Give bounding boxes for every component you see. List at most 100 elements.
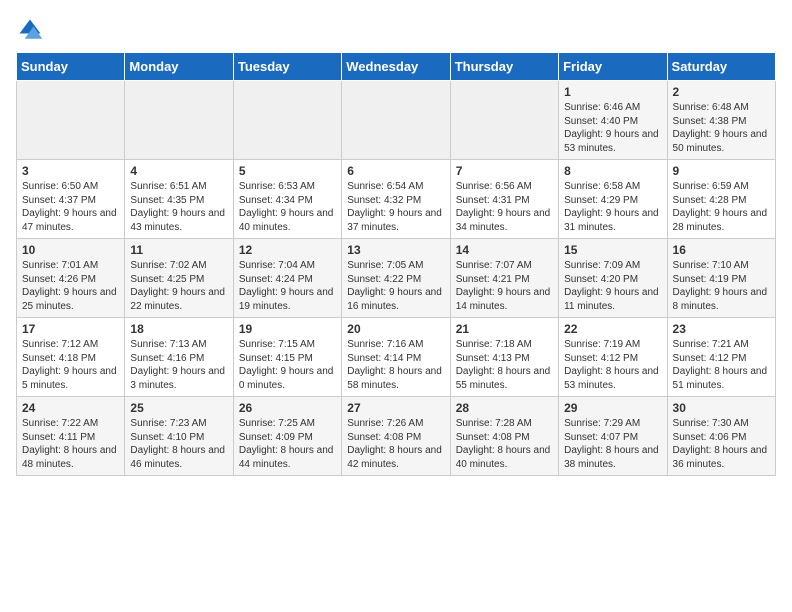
day-cell: 24 Sunrise: 7:22 AM Sunset: 4:11 PM Dayli… — [17, 397, 125, 476]
day-content: Sunrise: 7:18 AM Sunset: 4:13 PM Dayligh… — [456, 338, 553, 392]
day-cell: 4 Sunrise: 6:51 AM Sunset: 4:35 PM Daylig… — [125, 160, 233, 239]
day-content: Sunrise: 7:10 AM Sunset: 4:19 PM Dayligh… — [673, 259, 770, 313]
week-row-3: 10Sunrise: 7:01 AM Sunset: 4:26 PM Dayli… — [17, 239, 776, 318]
day-content: Sunrise: 7:23 AM Sunset: 4:10 PM Dayligh… — [130, 417, 227, 471]
header-section — [16, 16, 776, 44]
day-number: 12 — [239, 243, 336, 257]
day-number: 29 — [564, 401, 661, 415]
day-cell — [342, 81, 450, 160]
day-cell — [17, 81, 125, 160]
day-content: Sunrise: 7:29 AM Sunset: 4:07 PM Dayligh… — [564, 417, 661, 471]
header-friday: Friday — [559, 53, 667, 81]
day-cell: 9 Sunrise: 6:59 AM Sunset: 4:28 PM Daylig… — [667, 160, 775, 239]
day-content: Sunrise: 6:54 AM Sunset: 4:32 PM Dayligh… — [347, 180, 444, 234]
day-cell: 28Sunrise: 7:28 AM Sunset: 4:08 PM Dayli… — [450, 397, 558, 476]
day-cell: 11 Sunrise: 7:02 AM Sunset: 4:25 PM Dayli… — [125, 239, 233, 318]
day-content: Sunrise: 7:22 AM Sunset: 4:11 PM Dayligh… — [22, 417, 119, 471]
day-cell: 16 Sunrise: 7:10 AM Sunset: 4:19 PM Dayli… — [667, 239, 775, 318]
day-content: Sunrise: 7:26 AM Sunset: 4:08 PM Dayligh… — [347, 417, 444, 471]
day-number: 27 — [347, 401, 444, 415]
day-number: 24 — [22, 401, 119, 415]
day-content: Sunrise: 7:19 AM Sunset: 4:12 PM Dayligh… — [564, 338, 661, 392]
day-content: Sunrise: 7:01 AM Sunset: 4:26 PM Dayligh… — [22, 259, 119, 313]
day-number: 25 — [130, 401, 227, 415]
calendar-header-row: SundayMondayTuesdayWednesdayThursdayFrid… — [17, 53, 776, 81]
calendar-table: SundayMondayTuesdayWednesdayThursdayFrid… — [16, 52, 776, 476]
header-wednesday: Wednesday — [342, 53, 450, 81]
day-content: Sunrise: 7:28 AM Sunset: 4:08 PM Dayligh… — [456, 417, 553, 471]
day-cell: 5 Sunrise: 6:53 AM Sunset: 4:34 PM Daylig… — [233, 160, 341, 239]
day-number: 6 — [347, 164, 444, 178]
day-content: Sunrise: 6:51 AM Sunset: 4:35 PM Dayligh… — [130, 180, 227, 234]
day-cell: 19 Sunrise: 7:15 AM Sunset: 4:15 PM Dayli… — [233, 318, 341, 397]
day-content: Sunrise: 7:04 AM Sunset: 4:24 PM Dayligh… — [239, 259, 336, 313]
day-cell: 30 Sunrise: 7:30 AM Sunset: 4:06 PM Dayli… — [667, 397, 775, 476]
day-cell: 10Sunrise: 7:01 AM Sunset: 4:26 PM Dayli… — [17, 239, 125, 318]
day-cell: 25 Sunrise: 7:23 AM Sunset: 4:10 PM Dayli… — [125, 397, 233, 476]
day-cell: 15 Sunrise: 7:09 AM Sunset: 4:20 PM Dayli… — [559, 239, 667, 318]
day-content: Sunrise: 6:59 AM Sunset: 4:28 PM Dayligh… — [673, 180, 770, 234]
day-content: Sunrise: 6:56 AM Sunset: 4:31 PM Dayligh… — [456, 180, 553, 234]
day-content: Sunrise: 7:13 AM Sunset: 4:16 PM Dayligh… — [130, 338, 227, 392]
day-number: 11 — [130, 243, 227, 257]
day-content: Sunrise: 7:21 AM Sunset: 4:12 PM Dayligh… — [673, 338, 770, 392]
week-row-2: 3Sunrise: 6:50 AM Sunset: 4:37 PM Daylig… — [17, 160, 776, 239]
day-number: 8 — [564, 164, 661, 178]
day-number: 9 — [673, 164, 770, 178]
day-number: 14 — [456, 243, 553, 257]
day-cell: 13Sunrise: 7:05 AM Sunset: 4:22 PM Dayli… — [342, 239, 450, 318]
day-cell: 3Sunrise: 6:50 AM Sunset: 4:37 PM Daylig… — [17, 160, 125, 239]
header-sunday: Sunday — [17, 53, 125, 81]
day-cell — [233, 81, 341, 160]
day-number: 7 — [456, 164, 553, 178]
day-number: 30 — [673, 401, 770, 415]
header-thursday: Thursday — [450, 53, 558, 81]
week-row-1: 1 Sunrise: 6:46 AM Sunset: 4:40 PM Daylig… — [17, 81, 776, 160]
day-cell: 18Sunrise: 7:13 AM Sunset: 4:16 PM Dayli… — [125, 318, 233, 397]
day-cell: 17 Sunrise: 7:12 AM Sunset: 4:18 PM Dayli… — [17, 318, 125, 397]
day-number: 1 — [564, 85, 661, 99]
day-cell: 8Sunrise: 6:58 AM Sunset: 4:29 PM Daylig… — [559, 160, 667, 239]
day-cell: 27 Sunrise: 7:26 AM Sunset: 4:08 PM Dayli… — [342, 397, 450, 476]
header-monday: Monday — [125, 53, 233, 81]
day-content: Sunrise: 7:12 AM Sunset: 4:18 PM Dayligh… — [22, 338, 119, 392]
day-number: 2 — [673, 85, 770, 99]
day-cell: 1 Sunrise: 6:46 AM Sunset: 4:40 PM Daylig… — [559, 81, 667, 160]
day-cell: 7 Sunrise: 6:56 AM Sunset: 4:31 PM Daylig… — [450, 160, 558, 239]
day-cell — [125, 81, 233, 160]
day-number: 4 — [130, 164, 227, 178]
header-saturday: Saturday — [667, 53, 775, 81]
day-content: Sunrise: 6:46 AM Sunset: 4:40 PM Dayligh… — [564, 101, 661, 155]
day-cell: 20Sunrise: 7:16 AM Sunset: 4:14 PM Dayli… — [342, 318, 450, 397]
logo-icon — [16, 16, 44, 44]
day-content: Sunrise: 7:30 AM Sunset: 4:06 PM Dayligh… — [673, 417, 770, 471]
day-content: Sunrise: 7:09 AM Sunset: 4:20 PM Dayligh… — [564, 259, 661, 313]
day-number: 26 — [239, 401, 336, 415]
day-number: 23 — [673, 322, 770, 336]
day-content: Sunrise: 7:16 AM Sunset: 4:14 PM Dayligh… — [347, 338, 444, 392]
day-cell — [450, 81, 558, 160]
day-number: 17 — [22, 322, 119, 336]
day-content: Sunrise: 6:48 AM Sunset: 4:38 PM Dayligh… — [673, 101, 770, 155]
day-content: Sunrise: 7:15 AM Sunset: 4:15 PM Dayligh… — [239, 338, 336, 392]
day-content: Sunrise: 7:02 AM Sunset: 4:25 PM Dayligh… — [130, 259, 227, 313]
day-number: 22 — [564, 322, 661, 336]
day-number: 19 — [239, 322, 336, 336]
day-cell: 2 Sunrise: 6:48 AM Sunset: 4:38 PM Daylig… — [667, 81, 775, 160]
day-cell: 22 Sunrise: 7:19 AM Sunset: 4:12 PM Dayli… — [559, 318, 667, 397]
day-number: 5 — [239, 164, 336, 178]
day-number: 3 — [22, 164, 119, 178]
day-cell: 26 Sunrise: 7:25 AM Sunset: 4:09 PM Dayli… — [233, 397, 341, 476]
week-row-5: 24 Sunrise: 7:22 AM Sunset: 4:11 PM Dayli… — [17, 397, 776, 476]
day-number: 16 — [673, 243, 770, 257]
day-cell: 23 Sunrise: 7:21 AM Sunset: 4:12 PM Dayli… — [667, 318, 775, 397]
day-number: 15 — [564, 243, 661, 257]
day-cell: 6 Sunrise: 6:54 AM Sunset: 4:32 PM Daylig… — [342, 160, 450, 239]
day-content: Sunrise: 7:07 AM Sunset: 4:21 PM Dayligh… — [456, 259, 553, 313]
day-content: Sunrise: 7:25 AM Sunset: 4:09 PM Dayligh… — [239, 417, 336, 471]
week-row-4: 17 Sunrise: 7:12 AM Sunset: 4:18 PM Dayli… — [17, 318, 776, 397]
logo — [16, 16, 48, 44]
day-content: Sunrise: 6:53 AM Sunset: 4:34 PM Dayligh… — [239, 180, 336, 234]
day-cell: 14 Sunrise: 7:07 AM Sunset: 4:21 PM Dayli… — [450, 239, 558, 318]
day-cell: 29 Sunrise: 7:29 AM Sunset: 4:07 PM Dayli… — [559, 397, 667, 476]
